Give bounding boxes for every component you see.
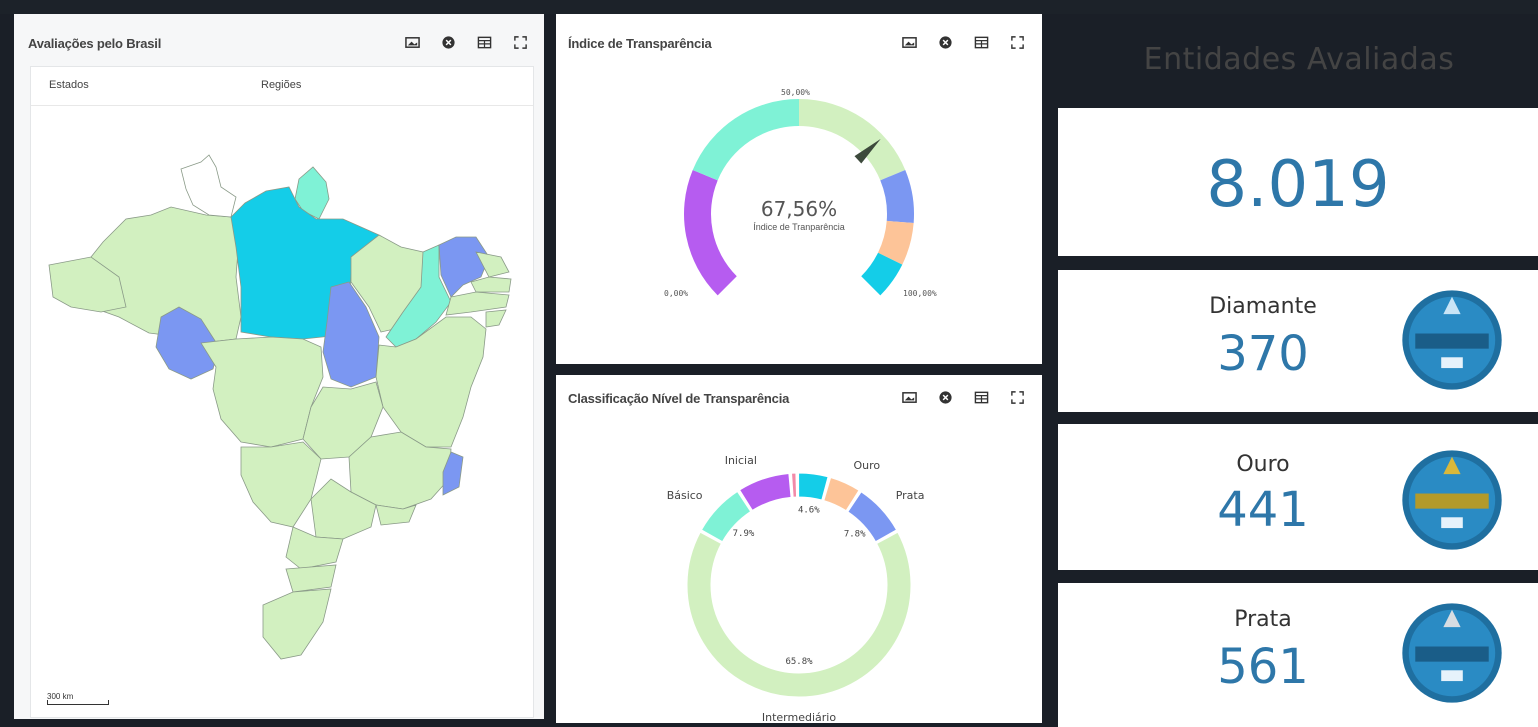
table-icon[interactable] bbox=[476, 34, 492, 50]
state-santa-catarina[interactable] bbox=[285, 564, 337, 593]
tier-card-diamante: Diamante 370 bbox=[1058, 270, 1538, 412]
donut-category-label: Intermediário bbox=[762, 711, 836, 723]
gauge-label-min: 0,00% bbox=[664, 289, 689, 298]
tier-card-prata: Prata 561 bbox=[1058, 583, 1538, 727]
gauge-band-1 bbox=[692, 99, 799, 181]
donut-category-label: Básico bbox=[667, 489, 703, 502]
gauge-label-max: 100,00% bbox=[903, 289, 937, 298]
total-value: 8.019 bbox=[1206, 148, 1390, 222]
donut-value-label: 7.9% bbox=[733, 529, 755, 539]
brazil-map[interactable] bbox=[31, 107, 533, 687]
gauge-chart: 67,56% Índice de Tranparência bbox=[684, 99, 914, 296]
close-circle-icon[interactable] bbox=[440, 34, 456, 50]
gauge-caption: Índice de Tranparência bbox=[753, 222, 845, 232]
donut-value-label: 7.8% bbox=[844, 529, 866, 539]
tab-estados[interactable]: Estados bbox=[49, 79, 89, 91]
state-roraima[interactable] bbox=[180, 154, 237, 218]
tier-label: Ouro bbox=[1236, 452, 1290, 477]
ouro-badge-icon bbox=[1402, 450, 1502, 550]
donut-slice-3[interactable] bbox=[790, 472, 798, 498]
donut-slice-0[interactable] bbox=[686, 531, 912, 698]
state-rio-grande-do-sul[interactable] bbox=[262, 588, 332, 660]
gauge-label-mid: 50,00% bbox=[781, 88, 810, 97]
donut-value-label: 4.6% bbox=[798, 506, 820, 516]
classification-panel: Classificação Nível de Transparência 65.… bbox=[556, 375, 1042, 723]
donut-slice-4[interactable] bbox=[798, 472, 829, 501]
gauge-band-2 bbox=[799, 99, 906, 181]
tier-value: 370 bbox=[1217, 326, 1309, 382]
donut-slice-2[interactable] bbox=[738, 472, 792, 512]
tab-regioes[interactable]: Regiões bbox=[261, 79, 301, 91]
gauge-band-0 bbox=[684, 169, 737, 296]
map-toolbar bbox=[404, 34, 528, 50]
tier-card-ouro: Ouro 441 bbox=[1058, 424, 1538, 570]
tier-value: 441 bbox=[1217, 482, 1309, 538]
map-scale: 300 km bbox=[47, 692, 109, 705]
state-mato-grosso-do-sul[interactable] bbox=[240, 441, 322, 528]
state-alagoas[interactable] bbox=[485, 309, 507, 328]
map-panel: Avaliações pelo Brasil Estados Regiões 3… bbox=[14, 14, 544, 719]
donut-category-label: Prata bbox=[896, 489, 925, 502]
diamante-badge-icon bbox=[1402, 290, 1502, 390]
image-icon[interactable] bbox=[404, 34, 420, 50]
map-panel-title: Avaliações pelo Brasil bbox=[28, 36, 162, 51]
prata-badge-icon bbox=[1402, 603, 1502, 703]
kpi-title: Entidades Avaliadas bbox=[1143, 42, 1455, 77]
top-bar bbox=[0, 0, 1538, 14]
tier-label: Prata bbox=[1234, 607, 1292, 632]
state-rio-de-janeiro[interactable] bbox=[375, 504, 417, 526]
state-paraiba[interactable] bbox=[470, 276, 512, 293]
donut-value-label: 65.8% bbox=[785, 657, 813, 667]
gauge-panel: Índice de Transparência 67,56% Índice de… bbox=[556, 14, 1042, 364]
state-mato-grosso[interactable] bbox=[200, 336, 324, 448]
map-tabs: Estados Regiões bbox=[31, 67, 533, 106]
tier-label: Diamante bbox=[1209, 294, 1317, 319]
tier-value: 561 bbox=[1217, 639, 1309, 695]
donut-chart[interactable]: 65.8% Intermediário 7.9% Básico Inicial 4.6% O… bbox=[556, 375, 1042, 723]
fullscreen-icon[interactable] bbox=[512, 34, 528, 50]
donut-category-label: Inicial bbox=[725, 454, 757, 467]
donut-category-label: Ouro bbox=[853, 459, 880, 472]
total-card: 8.019 bbox=[1058, 108, 1538, 256]
gauge-value: 67,56% bbox=[761, 197, 837, 221]
map-container: Estados Regiões 300 km bbox=[30, 66, 534, 718]
map-scale-bar bbox=[47, 700, 109, 705]
